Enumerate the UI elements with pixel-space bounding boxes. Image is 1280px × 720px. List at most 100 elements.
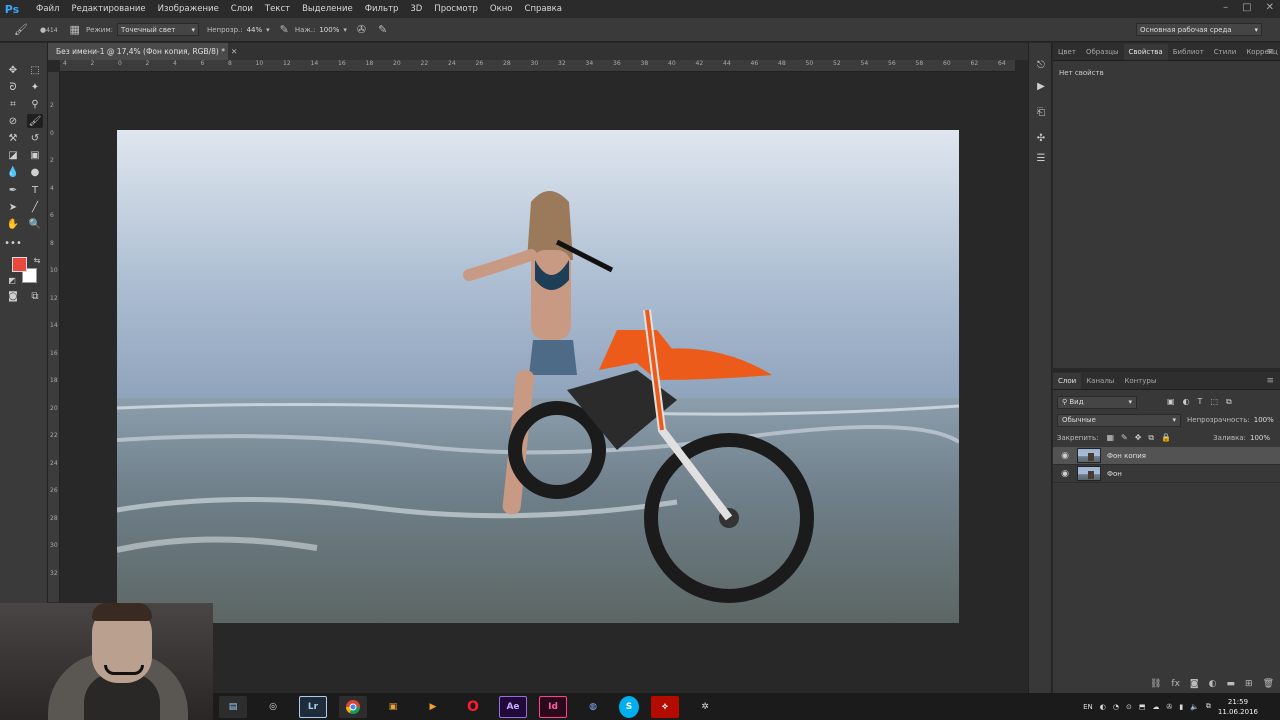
filter-shape-icon[interactable]: ⬚ [1210, 397, 1218, 407]
close-icon[interactable]: ✕ [1266, 2, 1274, 13]
magic-wand-icon[interactable]: ✦ [27, 80, 43, 94]
link-layers-icon[interactable]: ⛓ [1150, 679, 1161, 689]
lock-all-icon[interactable]: 🔒 [1161, 433, 1171, 443]
tab-channels[interactable]: Каналы [1081, 373, 1119, 389]
brush-tool-icon[interactable]: 🖌 [14, 23, 28, 36]
brush-preset-picker[interactable]: ●414 [40, 26, 58, 34]
menu-select[interactable]: Выделение [296, 4, 359, 14]
tray-app-icon[interactable]: ✇ [1166, 703, 1172, 711]
minimize-icon[interactable]: – [1223, 2, 1228, 13]
new-layer-icon[interactable]: ⊞ [1245, 679, 1253, 689]
screen-mode-icon[interactable]: ⧉ [27, 289, 43, 303]
menu-edit[interactable]: Редактирование [65, 4, 151, 14]
clone-source-icon[interactable]: ⎗ [1033, 105, 1049, 119]
clone-stamp-icon[interactable]: ⚒ [5, 131, 21, 145]
tab-layers[interactable]: Слои [1053, 373, 1082, 389]
skype-icon[interactable]: S [619, 695, 639, 718]
filter-adjust-icon[interactable]: ◐ [1183, 397, 1190, 407]
zoom-tool-icon[interactable]: 🔍 [27, 217, 43, 231]
filter-pixel-icon[interactable]: ▣ [1167, 397, 1175, 407]
lightroom-icon[interactable]: Lr [299, 695, 327, 718]
pressure-opacity-icon[interactable]: ✎ [280, 23, 289, 36]
tab-swatches[interactable]: Образцы [1081, 44, 1124, 60]
tray-app-icon[interactable]: ⧉ [1206, 702, 1211, 711]
tab-adjustments[interactable]: Коррекц [1241, 44, 1280, 60]
foreground-color-swatch[interactable] [12, 257, 27, 272]
fill-input[interactable]: 100% [1250, 434, 1270, 442]
menu-filter[interactable]: Фильтр [359, 4, 405, 14]
language-indicator[interactable]: EN [1083, 703, 1093, 711]
lock-transparency-icon[interactable]: ▦ [1106, 433, 1114, 443]
pressure-input[interactable]: 100% [319, 26, 339, 34]
airbrush-icon[interactable]: ✇ [357, 23, 366, 36]
lock-artboard-icon[interactable]: ⧉ [1148, 433, 1154, 443]
tab-color[interactable]: Цвет [1053, 44, 1081, 60]
document-image[interactable] [117, 130, 959, 623]
menu-file[interactable]: Файл [30, 4, 65, 14]
ruler-horizontal[interactable]: 4 2 0 2 4 6 8 10 12 14 16 18 20 22 24 26 28 30 32 34 36 38 40 4… [60, 60, 1015, 72]
layer-filter-select[interactable]: ⚲ Вид ▾ [1057, 395, 1137, 409]
move-tool-icon[interactable]: ✥ [5, 63, 21, 77]
lock-position-icon[interactable]: ✥ [1135, 433, 1142, 443]
tab-properties[interactable]: Свойства [1123, 44, 1168, 60]
eyedropper-icon[interactable]: ⚲ [27, 97, 43, 111]
tray-app-icon[interactable]: ◔ [1113, 703, 1119, 711]
hand-tool-icon[interactable]: ✋ [5, 217, 21, 231]
tab-styles[interactable]: Стили [1209, 44, 1242, 60]
ruler-vertical[interactable]: 2 0 2 4 6 8 10 12 14 16 18 20 22 24 26 28 30 32 [48, 72, 60, 602]
adjustment-layer-icon[interactable]: ◐ [1209, 679, 1217, 689]
default-colors-icon[interactable]: ◩ [4, 273, 20, 287]
tray-app-icon[interactable]: ☁ [1152, 703, 1159, 711]
workspace-select[interactable]: Основная рабочая среда ▾ [1136, 23, 1262, 36]
menu-3d[interactable]: 3D [404, 4, 428, 14]
tray-app-icon[interactable]: ⊙ [1126, 703, 1132, 711]
menu-text[interactable]: Текст [259, 4, 296, 14]
adjustments-sliders-icon[interactable]: ☰ [1033, 151, 1049, 165]
dodge-icon[interactable]: ● [27, 165, 43, 179]
menu-view[interactable]: Просмотр [428, 4, 484, 14]
volume-icon[interactable]: 🔈 [1190, 703, 1199, 711]
document-tab[interactable]: Без имени-1 @ 17,4% (Фон копия, RGB/8) *… [48, 43, 237, 60]
trash-icon[interactable]: 🗑 [1263, 679, 1274, 689]
history-icon[interactable]: ⎋ [1033, 58, 1049, 72]
brush-panel-icon[interactable]: ▦ [70, 23, 80, 36]
eye-icon[interactable]: ◉ [1057, 469, 1073, 479]
layer-opacity-input[interactable]: 100% [1254, 416, 1274, 424]
blend-mode-select[interactable]: Обычные ▾ [1057, 413, 1181, 427]
app3-icon[interactable]: ✲ [691, 696, 719, 718]
indesign-icon[interactable]: Id [539, 695, 567, 718]
path-select-icon[interactable]: ➤ [5, 200, 21, 214]
tray-app-icon[interactable]: ◐ [1100, 703, 1106, 711]
chrome-icon[interactable] [339, 695, 367, 718]
actions-play-icon[interactable]: ▶ [1033, 79, 1049, 93]
network-icon[interactable]: ▮ [1179, 703, 1183, 711]
app2-icon[interactable]: ◍ [579, 696, 607, 718]
filter-smart-icon[interactable]: ⧉ [1226, 397, 1232, 407]
line-tool-icon[interactable]: ╱ [27, 200, 43, 214]
swap-colors-icon[interactable]: ⇆ [29, 253, 45, 267]
pressure-size-icon[interactable]: ✎ [378, 23, 387, 36]
type-tool-icon[interactable]: T [27, 183, 43, 197]
filter-type-icon[interactable]: T [1198, 397, 1203, 407]
new-group-icon[interactable]: ▬ [1227, 679, 1236, 689]
healing-brush-icon[interactable]: ⊘ [5, 114, 21, 128]
gradient-icon[interactable]: ▣ [27, 148, 43, 162]
add-mask-icon[interactable]: ◙ [1190, 679, 1199, 689]
eraser-icon[interactable]: ◪ [5, 148, 21, 162]
menu-image[interactable]: Изображение [152, 4, 225, 14]
blur-icon[interactable]: 💧 [5, 165, 21, 179]
clock[interactable]: 21:59 11.06.2016 [1218, 697, 1258, 717]
mode-select[interactable]: Точечный свет ▾ [116, 23, 199, 36]
brush-presets-icon[interactable]: ✣ [1033, 131, 1049, 145]
layer-style-icon[interactable]: fx [1171, 679, 1180, 689]
app-icon[interactable]: ▣ [379, 696, 407, 718]
acrobat-icon[interactable]: ⟡ [651, 695, 679, 718]
crop-tool-icon[interactable]: ⌗ [5, 97, 21, 111]
maximize-icon[interactable]: □ [1242, 2, 1251, 13]
marquee-tool-icon[interactable]: ⬚ [27, 63, 43, 77]
lasso-tool-icon[interactable]: ᘐ [5, 80, 21, 94]
tab-libraries[interactable]: Библиот [1168, 44, 1209, 60]
menu-window[interactable]: Окно [484, 4, 519, 14]
more-tools-icon[interactable]: ••• [4, 236, 22, 250]
after-effects-icon[interactable]: Ae [499, 695, 527, 718]
